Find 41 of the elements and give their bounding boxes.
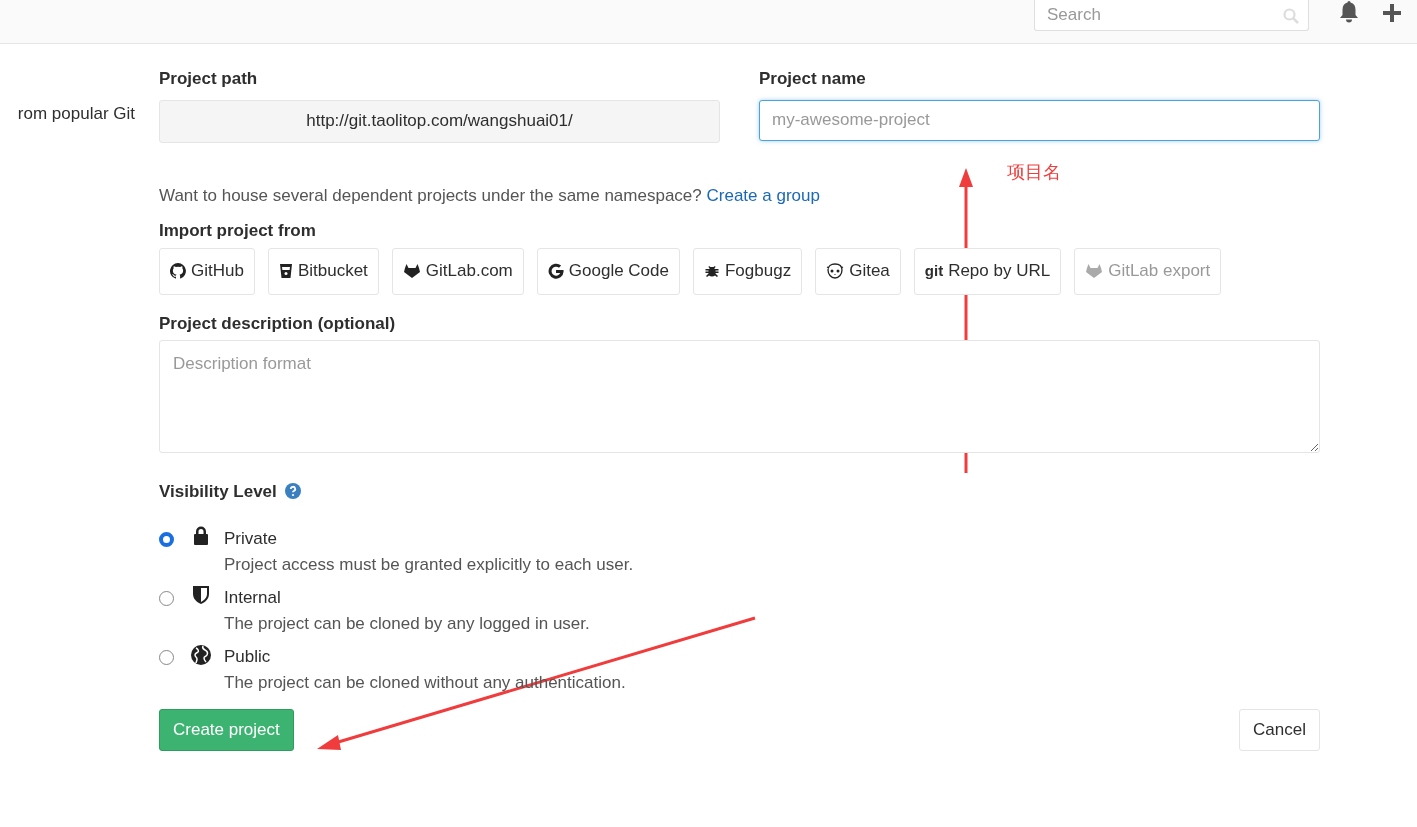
- field-label: Project name: [759, 68, 867, 90]
- search-field[interactable]: Search: [1034, 0, 1309, 31]
- import-source-button[interactable]: git Repo by URL: [913, 247, 1062, 295]
- fox-icon: [1085, 263, 1104, 279]
- shield-icon: [190, 585, 212, 607]
- field-label: Project description (optional): [159, 312, 397, 335]
- bell-icon[interactable]: [1338, 0, 1360, 24]
- option-description: The project can be cloned by any logged in user.: [224, 612, 590, 635]
- name-input-field[interactable]: my-awesome-project: [759, 99, 1320, 141]
- radio-button[interactable]: [159, 532, 174, 547]
- group-hint-text: Want to house several dependent projects under the same namespace? Create a group: [159, 184, 821, 207]
- section-label: Visibility Level: [159, 480, 277, 503]
- sidebar-text: rom popular Git: [17, 104, 135, 123]
- option-title: Private: [224, 528, 278, 550]
- description-field[interactable]: Description format: [159, 340, 1320, 453]
- import-source-button[interactable]: GitLab.com: [391, 247, 524, 295]
- import-source-button[interactable]: Gitea: [815, 247, 901, 295]
- plus-icon[interactable]: [1383, 4, 1401, 22]
- section-label: Import project from: [159, 220, 317, 242]
- option-title: Public: [224, 646, 272, 668]
- fox-icon: [402, 263, 421, 279]
- option-title: Internal: [224, 587, 282, 609]
- create-group-link[interactable]: Create a group: [706, 185, 820, 205]
- import-source-button[interactable]: GitHub: [159, 247, 255, 295]
- search-icon: [1283, 8, 1299, 24]
- cancel-button[interactable]: Cancel: [1239, 709, 1320, 751]
- annotation-text: 项目名: [1007, 161, 1061, 184]
- g-letter-icon: [547, 263, 564, 279]
- octocat-icon: [170, 263, 186, 279]
- import-source-button[interactable]: Bitbucket: [267, 247, 379, 295]
- option-description: Project access must be granted explicitly to each user.: [224, 553, 634, 576]
- import-source-button[interactable]: Google Code: [536, 247, 680, 295]
- bug-icon: [704, 263, 720, 279]
- field-label: Project path: [159, 68, 259, 90]
- import-source-button[interactable]: Fogbugz: [693, 247, 803, 295]
- path-field: http://git.taolitop.com/wangshuai01/: [159, 99, 720, 143]
- bucket-icon: [278, 263, 293, 279]
- help-icon[interactable]: [284, 483, 301, 500]
- globe-icon: [190, 644, 212, 666]
- git-logo-text: git: [924, 260, 944, 281]
- tea-face-icon: [826, 263, 845, 279]
